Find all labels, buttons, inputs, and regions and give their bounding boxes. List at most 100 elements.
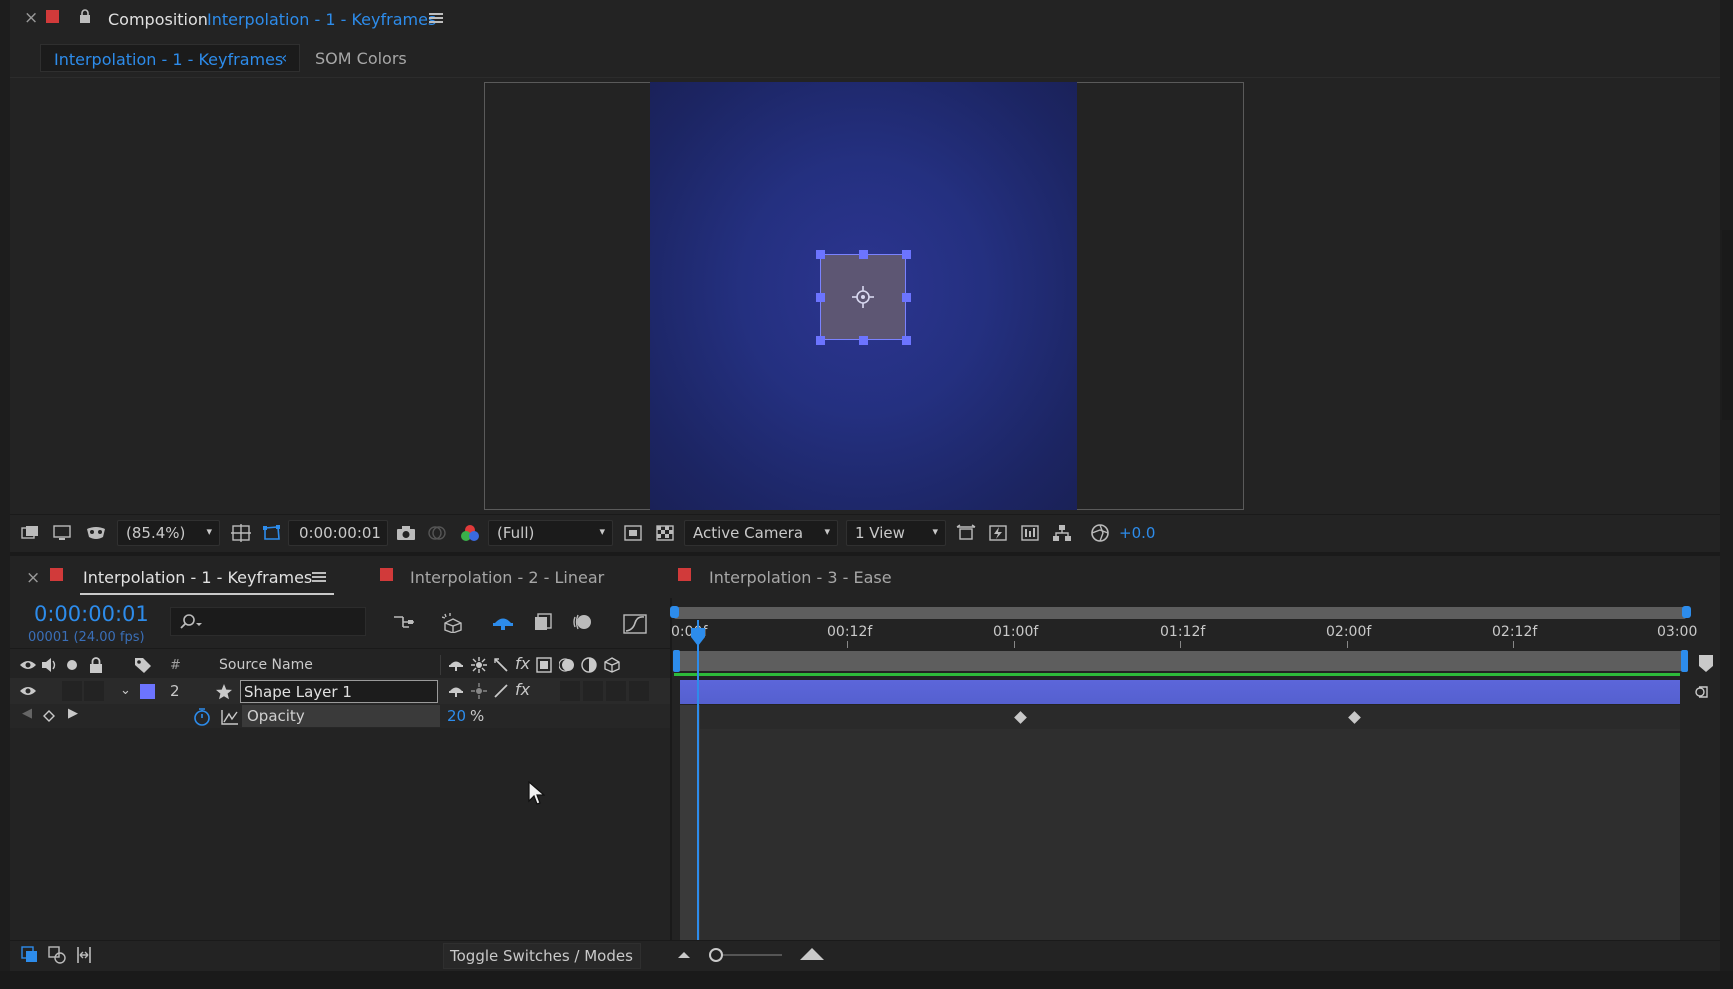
transform-handle[interactable] — [816, 336, 825, 345]
expand-layer-icon[interactable] — [1692, 682, 1716, 702]
switch-toggle[interactable] — [629, 681, 649, 701]
comp-label-color[interactable] — [46, 10, 59, 23]
timeline-empty-area[interactable] — [680, 729, 1680, 940]
transform-handle[interactable] — [816, 293, 825, 302]
mask-visibility-icon[interactable] — [84, 523, 108, 543]
tab-ease[interactable]: Interpolation - 3 - Ease — [709, 568, 892, 587]
work-area-bar[interactable] — [674, 651, 1686, 671]
zoom-slider-thumb[interactable] — [709, 948, 723, 962]
fast-previews-icon[interactable] — [987, 523, 1009, 543]
motion-blur-icon[interactable] — [572, 612, 594, 632]
number-column-header[interactable]: # — [170, 658, 181, 673]
property-name-cell[interactable]: Opacity — [242, 705, 440, 727]
playhead-handle-icon[interactable] — [689, 626, 707, 648]
playhead-line[interactable] — [697, 620, 699, 940]
chevron-left-icon[interactable]: ‹ — [281, 48, 287, 67]
stopwatch-icon[interactable] — [192, 707, 212, 727]
snapshot-camera-icon[interactable] — [395, 523, 417, 543]
region-of-interest-icon[interactable] — [622, 523, 644, 543]
layer-name-field[interactable]: Shape Layer 1 — [240, 680, 438, 703]
quality-switch-icon[interactable] — [492, 682, 510, 700]
eye-icon[interactable] — [18, 683, 38, 699]
previous-keyframe-icon[interactable]: ◀ — [22, 706, 32, 721]
toggle-switches-modes-button[interactable]: Toggle Switches / Modes — [443, 943, 641, 969]
always-preview-icon[interactable] — [20, 523, 40, 543]
in-out-duration-icon[interactable] — [74, 945, 94, 965]
comp-flowchart-icon[interactable] — [1051, 523, 1073, 543]
transform-handle[interactable] — [859, 336, 868, 345]
zoom-slider-track[interactable] — [714, 954, 782, 956]
graph-editor-icon[interactable] — [623, 612, 647, 634]
safe-margins-icon[interactable] — [230, 523, 252, 543]
switch-toggle[interactable] — [606, 681, 626, 701]
comp-mini-flowchart-icon[interactable] — [392, 612, 416, 632]
monitor-icon[interactable] — [52, 523, 72, 543]
toggle-mask-path-icon[interactable] — [261, 523, 283, 543]
transfer-controls-icon[interactable] — [47, 945, 67, 965]
layer-label-color[interactable] — [140, 684, 155, 699]
transform-handle[interactable] — [859, 250, 868, 259]
transform-handle[interactable] — [902, 250, 911, 259]
layer-duration-bar[interactable] — [680, 680, 1680, 704]
zoom-in-icon[interactable] — [798, 946, 826, 962]
shape-layer-preview[interactable] — [816, 250, 911, 345]
close-timeline-button[interactable]: × — [26, 568, 40, 588]
opacity-value[interactable]: 20 — [447, 707, 466, 725]
layer-search-input[interactable] — [170, 607, 366, 636]
keyframe-track[interactable] — [680, 705, 1680, 729]
magnification-dropdown[interactable]: (85.4%) ▾ — [117, 520, 220, 546]
chevron-down-icon[interactable]: ⌄ — [120, 683, 131, 698]
switch-toggle[interactable] — [560, 681, 580, 701]
lock-toggle[interactable] — [84, 681, 104, 701]
lock-icon[interactable] — [78, 8, 92, 24]
next-keyframe-icon[interactable]: ▶ — [68, 706, 78, 721]
transform-handle[interactable] — [816, 250, 825, 259]
subtab-active[interactable]: Interpolation - 1 - Keyframes ‹ — [40, 44, 300, 72]
graph-icon[interactable] — [220, 707, 240, 727]
switch-toggle[interactable] — [583, 681, 603, 701]
navigator-start-handle[interactable] — [670, 606, 679, 618]
color-channels-icon[interactable] — [459, 523, 481, 543]
resolution-dropdown[interactable]: (Full) ▾ — [488, 520, 613, 546]
panel-menu-icon[interactable] — [428, 11, 444, 25]
camera-dropdown[interactable]: Active Camera ▾ — [684, 520, 838, 546]
show-snapshot-icon[interactable] — [426, 523, 448, 543]
tab-linear[interactable]: Interpolation - 2 - Linear — [410, 568, 604, 587]
column-divider[interactable] — [440, 655, 441, 675]
tab-label-color — [678, 568, 691, 581]
timeline-icon[interactable] — [1019, 523, 1041, 543]
panel-menu-icon[interactable] — [311, 570, 327, 584]
subtab-som-colors[interactable]: SOM Colors — [315, 49, 407, 68]
adjustment-layer-icon — [580, 656, 598, 674]
transform-handle[interactable] — [902, 336, 911, 345]
current-time-field[interactable]: 0:00:00:01 — [288, 520, 388, 546]
solo-toggle[interactable] — [62, 681, 82, 701]
frame-blending-icon[interactable] — [532, 612, 554, 632]
frame-rate-info: 00001 (24.00 fps) — [28, 630, 145, 645]
close-panel-button[interactable]: × — [24, 8, 38, 28]
add-keyframe-icon[interactable] — [42, 709, 56, 723]
work-area-start[interactable] — [673, 650, 680, 672]
zoom-out-icon[interactable] — [676, 948, 692, 962]
transform-handle[interactable] — [902, 293, 911, 302]
exposure-value[interactable]: +0.0 — [1119, 524, 1155, 542]
reset-exposure-icon[interactable] — [1089, 523, 1111, 543]
time-navigator-bar[interactable] — [674, 607, 1686, 619]
view-layout-dropdown[interactable]: 1 View ▾ — [846, 520, 946, 546]
shy-layers-icon[interactable] — [491, 612, 515, 632]
collapse-switch-icon[interactable] — [470, 682, 488, 700]
layer-switches-icon[interactable] — [20, 945, 40, 965]
transparency-grid-icon[interactable] — [654, 523, 676, 543]
quality-switch-icon — [492, 656, 510, 674]
draft-3d-icon[interactable] — [441, 612, 465, 634]
fx-icon[interactable]: fx — [515, 680, 530, 699]
tab-keyframes[interactable]: Interpolation - 1 - Keyframes — [83, 568, 312, 587]
shy-switch-icon[interactable] — [447, 682, 465, 700]
anchor-point-icon[interactable] — [850, 284, 876, 310]
toggle-pixel-aspect-icon[interactable] — [955, 523, 977, 543]
work-area-end[interactable] — [1681, 650, 1688, 672]
source-name-column-header[interactable]: Source Name — [219, 657, 313, 673]
comp-marker-bin-icon[interactable] — [1696, 652, 1716, 674]
navigator-end-handle[interactable] — [1682, 606, 1691, 618]
current-time-display[interactable]: 0:00:00:01 — [34, 602, 149, 626]
